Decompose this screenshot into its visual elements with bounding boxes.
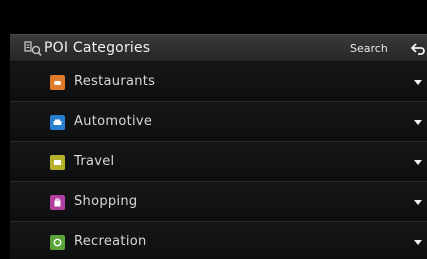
category-label: Restaurants xyxy=(74,74,156,89)
category-label: Shopping xyxy=(74,194,138,209)
restaurant-icon xyxy=(50,75,65,90)
category-label: Recreation xyxy=(74,234,147,249)
back-arrow-icon[interactable] xyxy=(410,41,426,57)
category-list: Restaurants Automotive Travel Shopping R… xyxy=(10,62,427,259)
travel-icon xyxy=(50,155,65,170)
chevron-down-icon[interactable] xyxy=(414,160,422,165)
category-item-automotive[interactable]: Automotive xyxy=(10,102,427,142)
chevron-down-icon[interactable] xyxy=(414,80,422,85)
search-button[interactable]: Search xyxy=(350,42,388,55)
title-bar: POI Categories Search xyxy=(10,34,427,62)
shopping-bag-icon xyxy=(50,195,65,210)
chevron-down-icon[interactable] xyxy=(414,200,422,205)
poi-categories-screen: POI Categories Search Restaurants Automo… xyxy=(0,0,427,259)
chevron-down-icon[interactable] xyxy=(414,240,422,245)
recreation-icon xyxy=(50,235,65,250)
category-item-restaurants[interactable]: Restaurants xyxy=(10,62,427,102)
category-item-shopping[interactable]: Shopping xyxy=(10,182,427,222)
category-item-recreation[interactable]: Recreation xyxy=(10,222,427,259)
status-bar xyxy=(0,0,427,34)
category-label: Automotive xyxy=(74,114,153,129)
poi-categories-icon xyxy=(24,41,42,56)
category-item-travel[interactable]: Travel xyxy=(10,142,427,182)
page-title: POI Categories xyxy=(44,40,151,56)
car-icon xyxy=(50,115,65,130)
chevron-down-icon[interactable] xyxy=(414,120,422,125)
category-label: Travel xyxy=(74,154,115,169)
